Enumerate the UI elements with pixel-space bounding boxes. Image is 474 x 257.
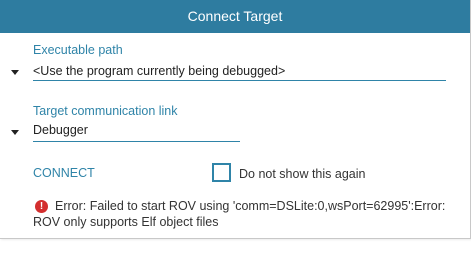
dialog-title: Connect Target	[0, 0, 470, 33]
target-link-dropdown-arrow-icon[interactable]	[11, 130, 19, 135]
do-not-show-again-label[interactable]: Do not show this again	[239, 167, 365, 181]
target-link-underline	[33, 141, 240, 142]
error-message: Error: Failed to start ROV using 'comm=D…	[33, 199, 446, 229]
executable-path-dropdown-arrow-icon[interactable]	[11, 70, 19, 75]
target-link-select[interactable]: Debugger	[33, 123, 88, 137]
executable-path-label: Executable path	[33, 43, 123, 57]
executable-path-underline	[33, 80, 446, 81]
target-link-label: Target communication link	[33, 104, 178, 118]
page: Connect Target Executable path <Use the …	[0, 0, 474, 257]
connect-target-dialog: Connect Target Executable path <Use the …	[0, 0, 471, 239]
do-not-show-again-checkbox[interactable]	[212, 163, 231, 182]
executable-path-select[interactable]: <Use the program currently being debugge…	[33, 64, 285, 78]
connect-button[interactable]: CONNECT	[33, 166, 95, 180]
